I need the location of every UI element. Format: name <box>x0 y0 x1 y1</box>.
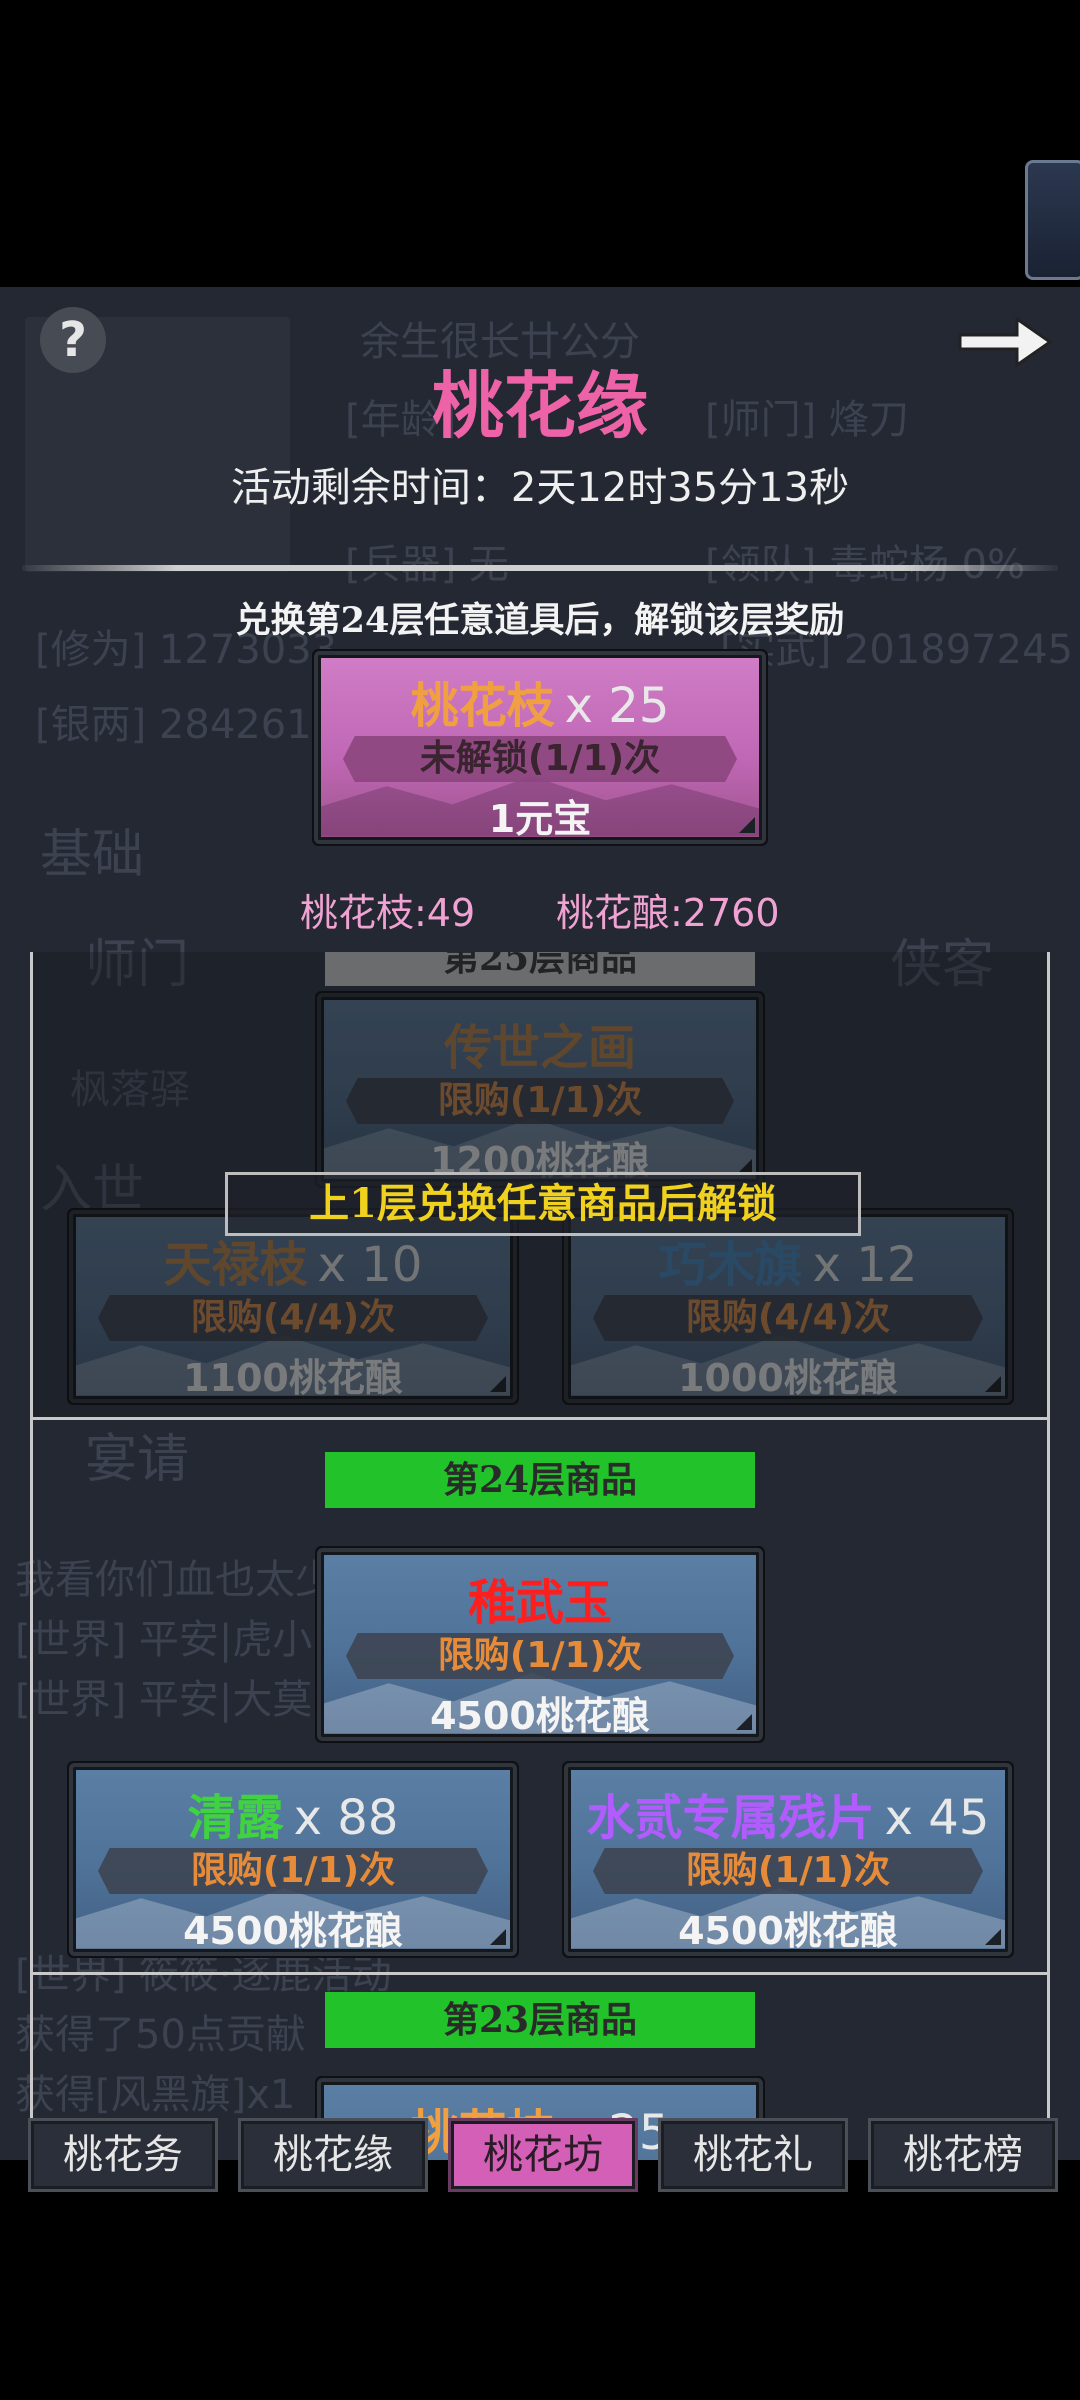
activity-title: 桃花缘 <box>431 363 648 448</box>
bg-weapon: [兵器] 无 <box>345 532 509 590</box>
tier-23-label: 第23层商品 <box>325 1992 755 2048</box>
side-scroll-icon[interactable] <box>1025 160 1080 280</box>
locked-message: 上1层兑换任意商品后解锁 <box>225 1172 861 1236</box>
divider <box>22 565 1058 571</box>
item-price: 4500桃花酿 <box>430 1694 650 1737</box>
reward-qty: x 25 <box>564 678 670 734</box>
reward-name-line: 桃花枝 x 25 <box>321 666 759 736</box>
tier-reward-card[interactable]: 桃花枝 x 25 未解锁(1/1)次 1元宝 <box>318 655 762 840</box>
item-price: 4500桃花酿 <box>183 1909 403 1952</box>
tab-peach-fate[interactable]: 桃花缘 <box>238 2118 428 2192</box>
corner-mark <box>736 1714 752 1730</box>
tab-peach-shop[interactable]: 桃花坊 <box>448 2118 638 2192</box>
tier-list[interactable]: 第25层商品 传世之画 限购(1/1)次 1200桃花酿 天禄枝 x 10 限购(… <box>30 952 1050 2160</box>
tab-peach-rank[interactable]: 桃花榜 <box>868 2118 1058 2192</box>
activity-panel: 余生很长廿公分 [年龄] [师门] 烽刀 [兵器] 无 [领队] 毒蛇杨 0% … <box>0 287 1080 2160</box>
tier-24-right-item[interactable]: 水贰专属残片 x 45 限购(1/1)次 4500桃花酿 <box>568 1767 1008 1952</box>
reward-price: 1元宝 <box>488 797 592 840</box>
tier-24-main-item[interactable]: 稚武玉 限购(1/1)次 4500桃花酿 <box>321 1552 759 1737</box>
item-limit: 限购(1/1)次 <box>190 1850 396 1891</box>
currency-wine: 桃花酿:2760 <box>556 891 780 935</box>
item-name: 水贰专属残片 <box>586 1790 875 1846</box>
item-name: 稚武玉 <box>467 1575 612 1631</box>
tier-24-left-item[interactable]: 清露 x 88 限购(1/1)次 4500桃花酿 <box>73 1767 513 1952</box>
item-qty: x 45 <box>884 1790 990 1846</box>
reward-name: 桃花枝 <box>410 678 555 734</box>
item-price: 4500桃花酿 <box>678 1909 898 1952</box>
tier-24-label: 第24层商品 <box>325 1452 755 1508</box>
corner-mark <box>739 817 755 833</box>
item-limit: 限购(1/1)次 <box>685 1850 891 1891</box>
bg-silver: [银两] 284261两 <box>35 702 352 748</box>
item-qty: x 88 <box>293 1790 399 1846</box>
bg-team: [领队] 毒蛇杨 0% <box>705 532 1025 590</box>
corner-mark <box>985 1929 1001 1945</box>
item-name-line: 清露 x 88 <box>76 1778 510 1848</box>
item-name-line: 水贰专属残片 x 45 <box>571 1778 1005 1848</box>
item-name: 清露 <box>187 1790 284 1846</box>
tab-peach-gift[interactable]: 桃花礼 <box>658 2118 848 2192</box>
item-limit: 限购(1/1)次 <box>437 1635 643 1676</box>
unlock-hint: 兑换第24层任意道具后，解锁该层奖励 <box>235 600 845 641</box>
tier-divider <box>33 1417 1047 1420</box>
tier-divider <box>33 1972 1047 1975</box>
item-name-line: 稚武玉 <box>324 1563 756 1633</box>
countdown-timer: 活动剩余时间：2天12时35分13秒 <box>230 465 850 511</box>
currency-branch: 桃花枝:49 <box>300 891 476 935</box>
tab-peach-tasks[interactable]: 桃花务 <box>28 2118 218 2192</box>
bg-basics: 基础 <box>40 825 145 885</box>
corner-mark <box>490 1929 506 1945</box>
reward-status: 未解锁(1/1)次 <box>419 738 661 779</box>
